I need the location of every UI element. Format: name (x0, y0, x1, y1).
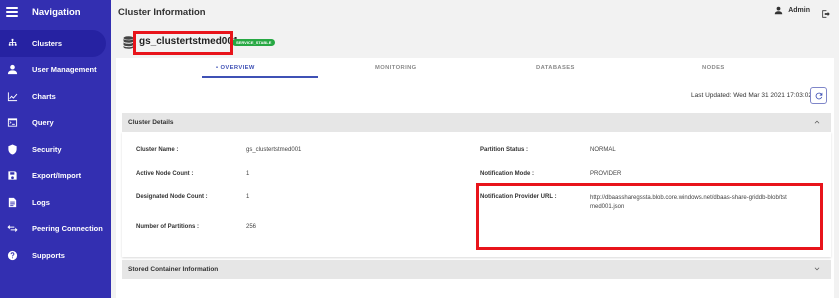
cluster-header: gs_clustertstmed001 SERVICE_STABLE (111, 24, 839, 58)
sidebar-item-peering-connection[interactable]: Peering Connection (0, 216, 111, 243)
designated-node-value: 1 (246, 194, 250, 200)
cluster-details-header[interactable]: Cluster Details (122, 113, 831, 132)
stored-container-panel: Stored Container Information (122, 260, 831, 279)
notification-mode-label: Notification Mode : (480, 171, 534, 177)
user-menu[interactable]: Admin (774, 6, 810, 15)
designated-node-label: Designated Node Count : (136, 194, 208, 200)
status-badge: SERVICE_STABLE (232, 39, 276, 46)
sidebar-item-label: Supports (32, 250, 65, 260)
sidebar-item-label: Query (32, 118, 54, 128)
tab-nodes[interactable]: NODES (702, 65, 725, 71)
document-icon (6, 196, 18, 208)
tab-databases[interactable]: DATABASES (536, 65, 575, 71)
chevron-down-icon[interactable] (813, 265, 821, 273)
save-icon (6, 170, 18, 182)
chart-icon (6, 90, 18, 102)
shield-icon (6, 143, 18, 155)
sidebar: Navigation Clusters User Management Char… (0, 0, 111, 298)
panel-title: Stored Container Information (128, 266, 219, 273)
sidebar-item-logs[interactable]: Logs (0, 189, 111, 216)
sidebar-item-user-management[interactable]: User Management (0, 57, 111, 84)
topbar: Cluster Information Admin (111, 0, 839, 24)
stored-container-header[interactable]: Stored Container Information (122, 260, 831, 279)
chevron-up-icon[interactable] (813, 118, 821, 126)
refresh-icon (815, 92, 822, 99)
panel-title: Cluster Details (128, 119, 174, 126)
sidebar-item-charts[interactable]: Charts (0, 83, 111, 110)
tab-bar: • OVERVIEW MONITORING DATABASES NODES (116, 58, 834, 80)
user-name: Admin (788, 7, 810, 14)
tab-overview[interactable]: • OVERVIEW (216, 65, 255, 71)
cluster-icon (6, 37, 18, 49)
cluster-name-label: Cluster Name : (136, 147, 179, 153)
sidebar-item-supports[interactable]: Supports (0, 242, 111, 269)
menu-icon[interactable] (6, 7, 18, 17)
notification-mode-value: PROVIDER (590, 171, 622, 177)
partitions-value: 256 (246, 224, 257, 230)
last-updated: Last Updated: Wed Mar 31 2021 17:03:02 (691, 92, 812, 99)
nav-list: Clusters User Management Charts Query Se… (0, 30, 111, 269)
cluster-name-value: gs_clustertstmed001 (246, 147, 302, 153)
tab-monitoring[interactable]: MONITORING (375, 65, 417, 71)
active-node-label: Active Node Count : (136, 171, 194, 177)
highlight-box (133, 31, 233, 55)
active-node-value: 1 (246, 171, 250, 177)
sidebar-item-label: Security (32, 144, 62, 154)
partition-status-value: NORMAL (590, 147, 616, 153)
partitions-label: Number of Partitions : (136, 224, 200, 230)
user-icon (774, 6, 783, 15)
nav-title: Navigation (32, 6, 81, 18)
terminal-icon (6, 117, 18, 129)
sidebar-item-security[interactable]: Security (0, 136, 111, 163)
nav-header: Navigation (0, 0, 111, 24)
logout-icon[interactable] (821, 6, 831, 18)
sidebar-item-label: Charts (32, 91, 56, 101)
main-card: • OVERVIEW MONITORING DATABASES NODES La… (116, 58, 834, 298)
highlight-box (476, 183, 823, 250)
page-title: Cluster Information (118, 6, 206, 18)
user-icon (6, 64, 18, 76)
sidebar-item-label: User Management (32, 65, 97, 75)
swap-icon (6, 223, 18, 235)
partition-status-label: Partition Status : (480, 147, 529, 153)
refresh-button[interactable] (810, 87, 827, 104)
sidebar-item-clusters[interactable]: Clusters (0, 30, 106, 57)
sidebar-item-label: Logs (32, 197, 50, 207)
sidebar-item-label: Clusters (32, 38, 63, 48)
sidebar-item-query[interactable]: Query (0, 110, 111, 137)
tab-underline (202, 76, 318, 78)
sidebar-item-export-import[interactable]: Export/Import (0, 163, 111, 190)
sidebar-item-label: Export/Import (32, 171, 82, 181)
sidebar-item-label: Peering Connection (32, 224, 103, 234)
help-icon (6, 249, 18, 261)
